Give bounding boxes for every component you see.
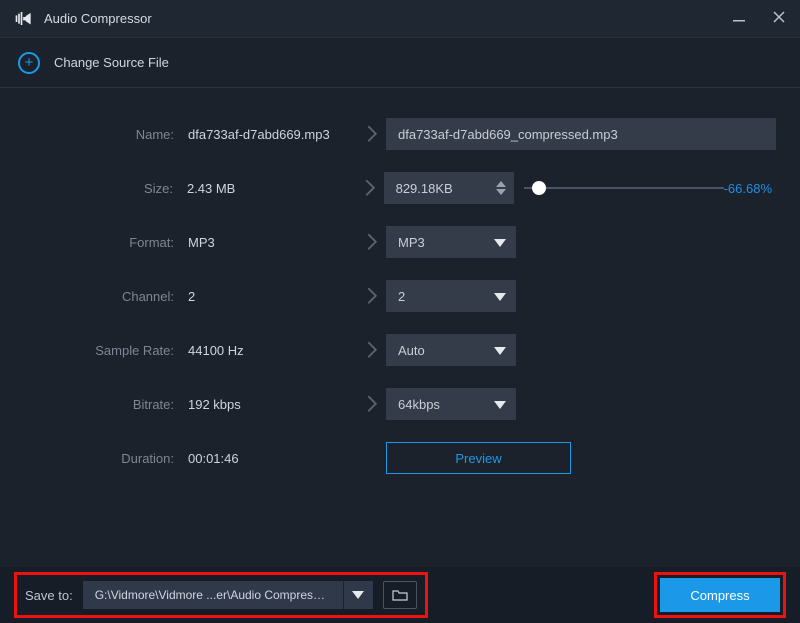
row-channel: Channel: 2 2	[18, 280, 782, 312]
change-source-label[interactable]: Change Source File	[54, 55, 169, 70]
target-sample-rate-value: Auto	[398, 343, 425, 358]
row-size: Size: 2.43 MB 829.18KB -66.68%	[18, 172, 782, 204]
current-format: MP3	[188, 235, 358, 250]
row-name: Name: dfa733af-d7abd669.mp3 dfa733af-d7a…	[18, 118, 782, 150]
label-channel: Channel:	[18, 289, 188, 304]
bottom-bar: Save to: G:\Vidmore\Vidmore ...er\Audio …	[0, 567, 800, 623]
minimize-button[interactable]	[732, 10, 746, 27]
label-size: Size:	[18, 181, 187, 196]
target-name-value: dfa733af-d7abd669_compressed.mp3	[398, 127, 618, 142]
target-bitrate-select[interactable]: 64kbps	[386, 388, 516, 420]
label-format: Format:	[18, 235, 188, 250]
spinner-arrows[interactable]	[496, 181, 506, 195]
compress-button-label: Compress	[690, 588, 749, 603]
source-bar: + Change Source File	[0, 38, 800, 88]
chevron-down-icon	[494, 289, 506, 304]
target-name-input[interactable]: dfa733af-d7abd669_compressed.mp3	[386, 118, 776, 150]
row-format: Format: MP3 MP3	[18, 226, 782, 258]
current-name: dfa733af-d7abd669.mp3	[188, 127, 358, 142]
save-to-dropdown[interactable]	[343, 581, 373, 609]
target-format-value: MP3	[398, 235, 425, 250]
arrow-icon	[358, 125, 386, 143]
add-source-icon[interactable]: +	[18, 52, 40, 74]
size-reduction-percent: -66.68%	[724, 181, 772, 196]
titlebar: Audio Compressor	[0, 0, 800, 38]
label-name: Name:	[18, 127, 188, 142]
target-size-spinbox[interactable]: 829.18KB	[384, 172, 514, 204]
target-sample-rate-select[interactable]: Auto	[386, 334, 516, 366]
spinner-up-icon	[496, 181, 506, 187]
chevron-down-icon	[494, 397, 506, 412]
label-duration: Duration:	[18, 451, 188, 466]
browse-folder-button[interactable]	[383, 581, 417, 609]
arrow-icon	[358, 395, 386, 413]
current-size: 2.43 MB	[187, 181, 356, 196]
chevron-down-icon	[352, 591, 364, 599]
compress-button[interactable]: Compress	[660, 578, 780, 612]
size-slider-wrap: -66.68%	[524, 181, 782, 196]
label-sample-rate: Sample Rate:	[18, 343, 188, 358]
arrow-icon	[358, 341, 386, 359]
target-size-value: 829.18KB	[396, 181, 453, 196]
row-bitrate: Bitrate: 192 kbps 64kbps	[18, 388, 782, 420]
label-bitrate: Bitrate:	[18, 397, 188, 412]
arrow-icon	[356, 179, 384, 197]
spinner-down-icon	[496, 189, 506, 195]
target-channel-value: 2	[398, 289, 405, 304]
save-to-annotation: Save to: G:\Vidmore\Vidmore ...er\Audio …	[14, 572, 428, 618]
current-sample-rate: 44100 Hz	[188, 343, 358, 358]
save-to-path[interactable]: G:\Vidmore\Vidmore ...er\Audio Compresse…	[83, 588, 343, 602]
current-duration: 00:01:46	[188, 451, 358, 466]
preview-button[interactable]: Preview	[386, 442, 571, 474]
chevron-down-icon	[494, 235, 506, 250]
current-channel: 2	[188, 289, 358, 304]
app-audio-icon	[14, 12, 34, 26]
folder-icon	[392, 589, 408, 601]
chevron-down-icon	[494, 343, 506, 358]
size-slider[interactable]	[524, 187, 724, 189]
size-slider-thumb[interactable]	[532, 181, 546, 195]
window-controls	[732, 10, 786, 27]
row-sample-rate: Sample Rate: 44100 Hz Auto	[18, 334, 782, 366]
window-title: Audio Compressor	[44, 11, 152, 26]
target-bitrate-value: 64kbps	[398, 397, 440, 412]
close-button[interactable]	[772, 10, 786, 27]
preview-button-label: Preview	[455, 451, 501, 466]
arrow-icon	[358, 287, 386, 305]
settings-form: Name: dfa733af-d7abd669.mp3 dfa733af-d7a…	[0, 88, 800, 474]
compress-annotation: Compress	[654, 572, 786, 618]
current-bitrate: 192 kbps	[188, 397, 358, 412]
target-format-select[interactable]: MP3	[386, 226, 516, 258]
save-to-field: G:\Vidmore\Vidmore ...er\Audio Compresse…	[83, 581, 373, 609]
target-channel-select[interactable]: 2	[386, 280, 516, 312]
arrow-icon	[358, 233, 386, 251]
row-duration: Duration: 00:01:46 Preview	[18, 442, 782, 474]
save-to-label: Save to:	[25, 588, 73, 603]
